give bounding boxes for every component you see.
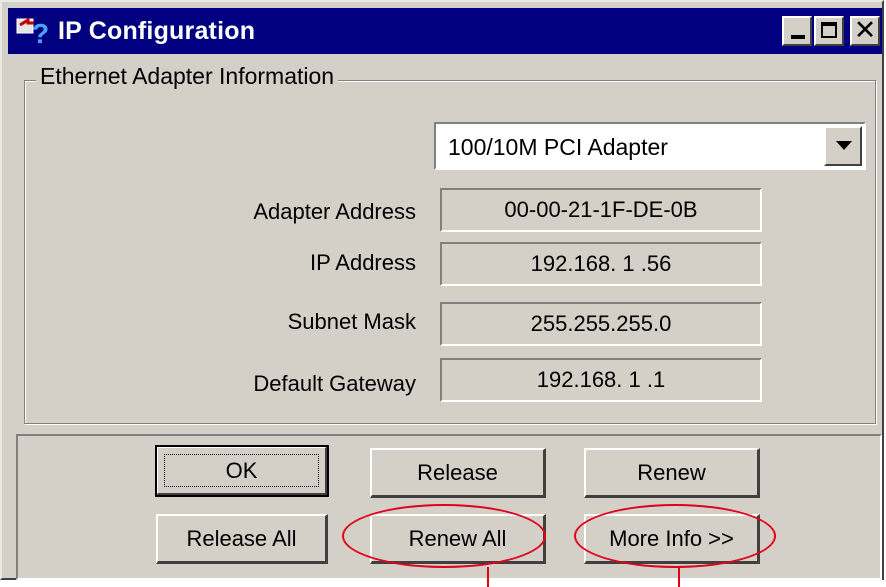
renew-all-callout-line: [487, 567, 489, 587]
subnet-mask-value: 255.255.255.0: [440, 302, 762, 346]
minimize-button[interactable]: [782, 16, 812, 46]
renew-button-label: Renew: [637, 459, 706, 485]
ip-configuration-window: ? IP Configuration ✕ Ethernet Adapter In…: [0, 0, 884, 580]
ip-config-icon: ?: [16, 17, 49, 49]
default-gateway-value: 192.168. 1 .1: [440, 358, 762, 402]
adapter-select[interactable]: 100/10M PCI Adapter: [434, 122, 866, 170]
close-button[interactable]: ✕: [850, 15, 880, 46]
focus-rectangle: [164, 454, 319, 487]
more-info-callout-line: [678, 567, 680, 587]
release-all-button[interactable]: Release All: [156, 514, 328, 564]
more-info-button[interactable]: More Info >>: [584, 514, 760, 564]
ip-address-value: 192.168. 1 .56: [440, 242, 762, 286]
default-gateway-label: Default Gateway: [253, 371, 416, 396]
adapter-address-label: Adapter Address: [253, 199, 416, 224]
minimize-icon: [791, 35, 805, 39]
renew-button[interactable]: Renew: [584, 448, 760, 498]
adapter-select-value: 100/10M PCI Adapter: [448, 134, 668, 160]
release-button-label: Release: [417, 459, 498, 485]
window-title: IP Configuration: [58, 16, 256, 45]
release-button[interactable]: Release: [370, 448, 546, 498]
renew-all-button[interactable]: Renew All: [370, 514, 546, 564]
title-bar[interactable]: ? IP Configuration ✕: [8, 8, 882, 54]
maximize-button[interactable]: [814, 16, 844, 46]
more-info-button-label: More Info >>: [609, 525, 734, 551]
ip-address-label: IP Address: [310, 250, 416, 275]
renew-all-button-label: Renew All: [408, 525, 507, 551]
adapter-info-legend: Ethernet Adapter Information: [36, 63, 339, 90]
subnet-mask-label: Subnet Mask: [287, 309, 416, 334]
release-all-button-label: Release All: [186, 525, 297, 551]
ok-button[interactable]: OK: [155, 445, 329, 497]
svg-text:?: ?: [32, 18, 49, 49]
adapter-select-dropdown-button[interactable]: [824, 126, 862, 166]
chevron-down-icon: [836, 141, 852, 150]
close-icon: ✕: [853, 15, 877, 46]
maximize-icon: [821, 22, 837, 38]
adapter-address-value: 00-00-21-1F-DE-0B: [440, 188, 762, 232]
